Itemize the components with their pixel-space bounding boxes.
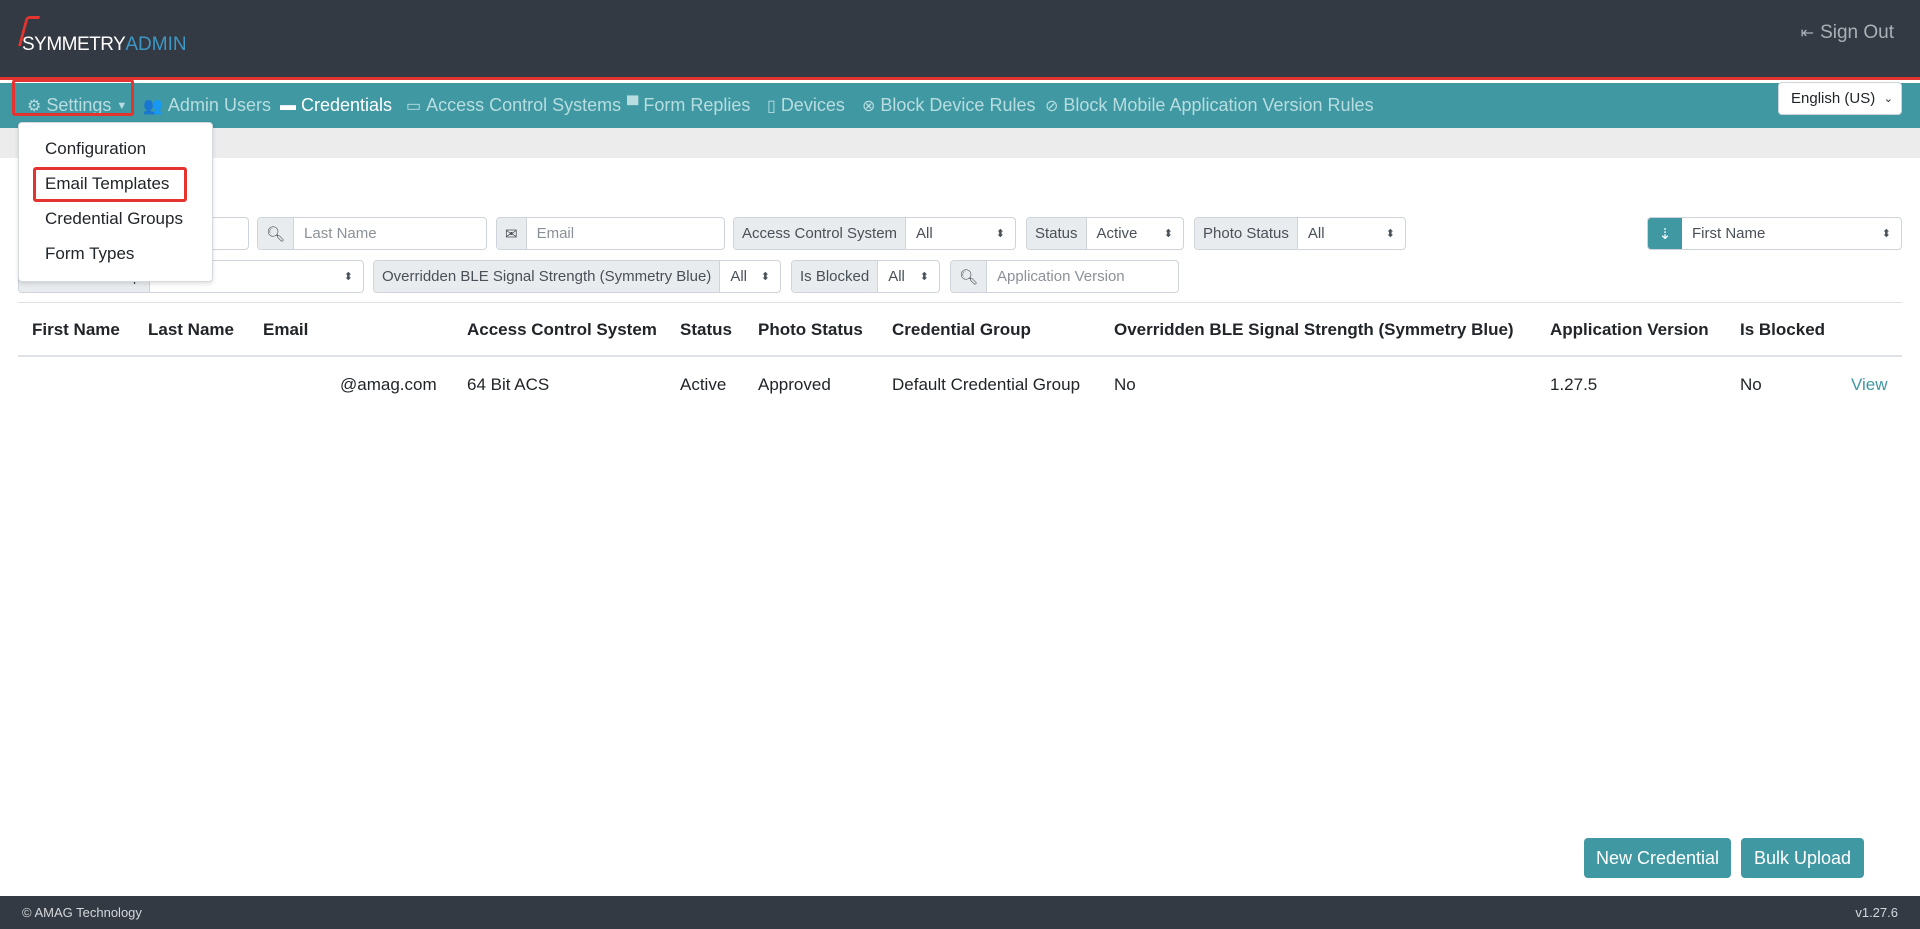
comment-icon: ▀	[627, 96, 639, 114]
logo-text-admin: ADMIN	[125, 34, 187, 55]
nav-label: Access Control Systems	[426, 95, 622, 115]
nav-label: Form Replies	[643, 95, 751, 115]
sign-out-icon: ⇤	[1800, 25, 1815, 42]
col-last-name[interactable]: Last Name	[148, 320, 234, 340]
is-blocked-label: Is Blocked	[792, 261, 879, 292]
sort-direction-icon[interactable]: ⇣	[1648, 218, 1682, 249]
sort-arrows-icon: ⬍	[1385, 228, 1395, 240]
footer: © AMAG Technology v1.27.6	[0, 896, 1920, 929]
table-header-border	[18, 355, 1902, 357]
nav-devices[interactable]: ▯ Devices	[767, 83, 845, 128]
language-value: English (US)	[1791, 90, 1876, 107]
last-name-input[interactable]: Last Name	[294, 218, 486, 249]
is-blocked-filter[interactable]: Is Blocked All ⬍	[791, 260, 940, 293]
col-email[interactable]: Email	[263, 320, 308, 340]
users-icon: 👥	[143, 97, 163, 115]
col-credential-group[interactable]: Credential Group	[892, 320, 1031, 340]
nav-credentials[interactable]: ▬ Credentials	[280, 83, 392, 128]
col-photo-status[interactable]: Photo Status	[758, 320, 863, 340]
cell-photo-status: Approved	[758, 375, 831, 394]
sort-select[interactable]: ⇣ First Name ⬍	[1647, 217, 1902, 250]
status-value: Active	[1096, 225, 1138, 242]
sort-value: First Name	[1692, 225, 1766, 242]
photo-status-value: All	[1307, 225, 1325, 242]
app-version: v1.27.6	[1855, 905, 1898, 920]
bulk-upload-button[interactable]: Bulk Upload	[1741, 838, 1864, 878]
chevron-down-icon: ⌄	[1883, 93, 1893, 105]
email-filter[interactable]: ✉ Email	[496, 217, 725, 250]
envelope-icon: ✉	[497, 218, 527, 249]
copyright: © AMAG Technology	[22, 905, 142, 920]
cell-credential-group: Default Credential Group	[892, 375, 1081, 394]
photo-status-filter[interactable]: Photo Status All ⬍	[1194, 217, 1406, 250]
nav-label: Block Device Rules	[880, 95, 1036, 115]
language-select[interactable]: English (US) ⌄	[1778, 82, 1902, 115]
sign-out-label: Sign Out	[1820, 22, 1894, 43]
col-ble[interactable]: Overridden BLE Signal Strength (Symmetry…	[1114, 320, 1514, 340]
times-circle-icon: ⊗	[862, 97, 876, 115]
col-first-name[interactable]: First Name	[32, 320, 120, 340]
nav-label: Devices	[780, 95, 845, 115]
logo-text: SYMMETRY	[22, 34, 126, 55]
ble-label: Overridden BLE Signal Strength (Symmetry…	[374, 261, 721, 292]
menu-item-credential-groups[interactable]: Credential Groups	[45, 209, 183, 229]
nav-form-replies[interactable]: ▀ Form Replies	[627, 83, 750, 128]
view-link[interactable]: View	[1851, 375, 1888, 395]
main-nav: ⚙ Settings ▼ 👥 Admin Users ▬ Credentials ▭ Ac…	[0, 83, 1920, 128]
cell-app-version: 1.27.5	[1550, 375, 1598, 394]
ble-filter[interactable]: Overridden BLE Signal Strength (Symmetry…	[373, 260, 781, 293]
ban-icon: ⊘	[1045, 97, 1059, 115]
nav-block-device-rules[interactable]: ⊗ Block Device Rules	[862, 83, 1035, 128]
col-app-version[interactable]: Application Version	[1550, 320, 1709, 340]
col-status[interactable]: Status	[680, 320, 732, 340]
nav-label: Admin Users	[167, 95, 271, 115]
cell-email: @amag.com	[340, 375, 437, 394]
status-filter[interactable]: Status Active ⬍	[1026, 217, 1184, 250]
sort-arrows-icon: ⬍	[1163, 228, 1173, 240]
app-version-input[interactable]: Application Version	[987, 261, 1178, 292]
nav-label: Block Mobile Application Version Rules	[1063, 95, 1374, 115]
email-templates-highlight	[33, 167, 187, 202]
cell-ble: No	[1114, 375, 1136, 394]
col-is-blocked[interactable]: Is Blocked	[1740, 320, 1825, 340]
cell-is-blocked: No	[1740, 375, 1762, 394]
new-credential-button[interactable]: New Credential	[1584, 838, 1731, 878]
photo-status-label: Photo Status	[1195, 218, 1298, 249]
sign-out-link[interactable]: ⇤ Sign Out	[1801, 22, 1894, 44]
id-card-icon: ▬	[280, 96, 296, 114]
acs-label: Access Control System	[734, 218, 907, 249]
settings-dropdown: Configuration Email Templates Credential…	[18, 122, 213, 282]
logo: SYMMETRY ADMIN	[17, 16, 187, 56]
cell-acs: 64 Bit ACS	[467, 375, 550, 394]
app-version-filter[interactable]: 🔍︎ Application Version	[950, 260, 1179, 293]
laptop-icon: ▭	[406, 97, 422, 115]
breadcrumb-strip	[0, 128, 1920, 158]
sort-arrows-icon: ⬍	[919, 271, 929, 283]
sort-arrows-icon: ⬍	[1881, 228, 1891, 240]
nav-block-mobile-app-version-rules[interactable]: ⊘ Block Mobile Application Version Rules	[1045, 83, 1374, 128]
sort-arrows-icon: ⬍	[760, 271, 770, 283]
last-name-filter[interactable]: 🔍︎ Last Name	[257, 217, 487, 250]
status-label: Status	[1027, 218, 1087, 249]
acs-filter[interactable]: Access Control System All ⬍	[733, 217, 1016, 250]
acs-value: All	[916, 225, 933, 242]
menu-item-form-types[interactable]: Form Types	[45, 244, 134, 264]
divider	[18, 302, 1902, 303]
email-input[interactable]: Email	[527, 218, 724, 249]
cell-status: Active	[680, 375, 727, 394]
settings-highlight	[12, 79, 134, 116]
mobile-icon: ▯	[767, 97, 776, 115]
col-acs[interactable]: Access Control System	[467, 320, 657, 340]
top-bar: SYMMETRY ADMIN ⇤ Sign Out	[0, 0, 1920, 80]
nav-access-control-systems[interactable]: ▭ Access Control Systems	[406, 83, 621, 128]
nav-label: Credentials	[301, 95, 393, 115]
ble-value: All	[730, 268, 747, 285]
sort-arrows-icon: ⬍	[995, 228, 1005, 240]
sort-arrows-icon: ⬍	[343, 271, 353, 283]
search-icon: 🔍︎	[258, 218, 295, 249]
is-blocked-value: All	[888, 268, 905, 285]
search-icon: 🔍︎	[951, 261, 988, 292]
menu-item-configuration[interactable]: Configuration	[45, 139, 146, 159]
